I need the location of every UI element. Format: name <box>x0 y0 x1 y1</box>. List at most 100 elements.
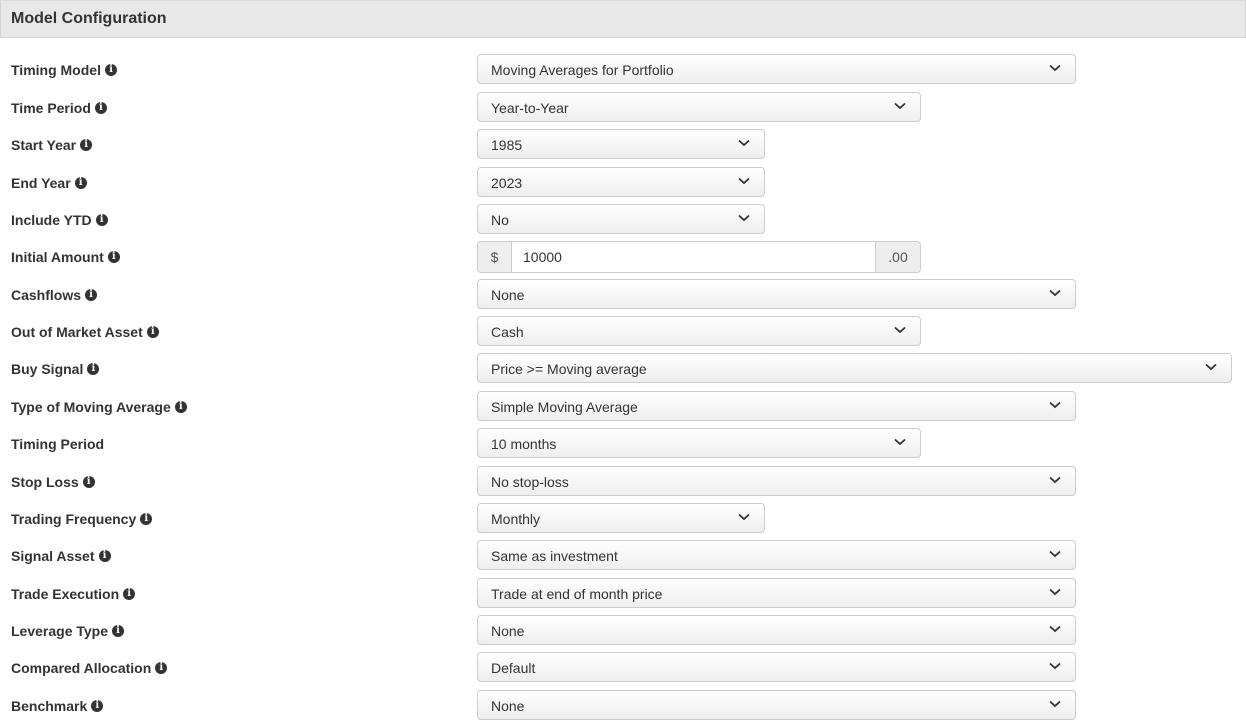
panel-heading: Model Configuration <box>0 0 1246 38</box>
info-circle-icon[interactable]: i <box>85 289 98 301</box>
chevron-down-icon <box>894 102 906 110</box>
signal-asset-value: Same as investment <box>491 548 618 564</box>
trading-frequency-select[interactable]: Monthly <box>477 503 765 533</box>
row-stop-loss: Stop Loss i No stop-loss <box>0 466 1246 498</box>
leverage-type-label: Leverage Type i <box>11 623 125 639</box>
row-benchmark: Benchmark i None <box>0 690 1246 722</box>
timing-model-value: Moving Averages for Portfolio <box>491 62 674 78</box>
cents-suffix: .00 <box>875 242 920 272</box>
initial-amount-label-text: Initial Amount <box>11 249 104 265</box>
info-circle-icon[interactable]: i <box>104 64 117 76</box>
row-compared-allocation: Compared Allocation i Default <box>0 652 1246 684</box>
timing-period-value: 10 months <box>491 436 557 452</box>
chevron-down-icon <box>738 177 750 185</box>
include-ytd-label-text: Include YTD <box>11 212 92 228</box>
time-period-select[interactable]: Year-to-Year <box>477 92 921 122</box>
include-ytd-label: Include YTD i <box>11 212 108 228</box>
chevron-down-icon <box>1049 476 1061 484</box>
chevron-down-icon <box>894 326 906 334</box>
compared-allocation-select[interactable]: Default <box>477 652 1076 682</box>
benchmark-label: Benchmark i <box>11 698 104 714</box>
chevron-down-icon <box>1049 289 1061 297</box>
info-circle-icon[interactable]: i <box>174 401 187 413</box>
end-year-label-text: End Year <box>11 175 71 191</box>
time-period-label-text: Time Period <box>11 100 91 116</box>
stop-loss-select[interactable]: No stop-loss <box>477 466 1076 496</box>
benchmark-select[interactable]: None <box>477 690 1076 720</box>
chevron-down-icon <box>1049 550 1061 558</box>
info-circle-icon[interactable]: i <box>107 251 120 263</box>
chevron-down-icon <box>1049 64 1061 72</box>
out-of-market-asset-label: Out of Market Asset i <box>11 324 159 340</box>
chevron-down-icon <box>738 214 750 222</box>
buy-signal-select[interactable]: Price >= Moving average <box>477 353 1232 383</box>
cashflows-value: None <box>491 287 525 303</box>
info-circle-icon[interactable]: i <box>155 662 168 674</box>
row-timing-period: Timing Period 10 months <box>0 428 1246 460</box>
compared-allocation-value: Default <box>491 660 536 676</box>
stop-loss-label: Stop Loss i <box>11 474 95 490</box>
trade-execution-value: Trade at end of month price <box>491 586 663 602</box>
info-circle-icon[interactable]: i <box>146 326 159 338</box>
buy-signal-value: Price >= Moving average <box>491 361 647 377</box>
chevron-down-icon <box>738 139 750 147</box>
info-circle-icon[interactable]: i <box>87 363 100 375</box>
start-year-label-text: Start Year <box>11 137 77 153</box>
end-year-select[interactable]: 2023 <box>477 167 765 197</box>
timing-period-label: Timing Period <box>11 436 104 452</box>
timing-period-label-text: Timing Period <box>11 436 105 452</box>
start-year-select[interactable]: 1985 <box>477 129 765 159</box>
signal-asset-label: Signal Asset i <box>11 548 111 564</box>
currency-prefix: $ <box>478 242 512 272</box>
info-circle-icon[interactable]: i <box>94 102 107 114</box>
timing-period-select[interactable]: 10 months <box>477 428 921 458</box>
trade-execution-label: Trade Execution i <box>11 586 136 602</box>
chevron-down-icon <box>1049 700 1061 708</box>
info-circle-icon[interactable]: i <box>91 700 104 712</box>
chevron-down-icon <box>738 513 750 521</box>
row-initial-amount: Initial Amount i $ 10000 .00 <box>0 241 1246 273</box>
leverage-type-label-text: Leverage Type <box>11 623 109 639</box>
timing-model-label-text: Timing Model <box>11 62 101 78</box>
row-end-year: End Year i 2023 <box>0 167 1246 199</box>
type-of-moving-average-label: Type of Moving Average i <box>11 399 187 415</box>
out-of-market-asset-select[interactable]: Cash <box>477 316 921 346</box>
info-circle-icon[interactable]: i <box>95 214 108 226</box>
chevron-down-icon <box>1049 401 1061 409</box>
include-ytd-select[interactable]: No <box>477 204 765 234</box>
row-trade-execution: Trade Execution i Trade at end of month … <box>0 578 1246 610</box>
benchmark-label-text: Benchmark <box>11 698 88 714</box>
info-circle-icon[interactable]: i <box>74 177 87 189</box>
initial-amount-label: Initial Amount i <box>11 249 120 265</box>
stop-loss-value: No stop-loss <box>491 474 569 490</box>
row-timing-model: Timing Model i Moving Averages for Portf… <box>0 54 1246 86</box>
initial-amount-input[interactable]: 10000 <box>523 249 562 265</box>
info-circle-icon[interactable]: i <box>98 550 111 562</box>
cashflows-select[interactable]: None <box>477 279 1076 309</box>
row-time-period: Time Period i Year-to-Year <box>0 92 1246 124</box>
type-of-moving-average-label-text: Type of Moving Average <box>11 399 171 415</box>
signal-asset-select[interactable]: Same as investment <box>477 540 1076 570</box>
chevron-down-icon <box>894 438 906 446</box>
timing-model-label: Timing Model i <box>11 62 117 78</box>
time-period-label: Time Period i <box>11 100 107 116</box>
row-signal-asset: Signal Asset i Same as investment <box>0 540 1246 572</box>
info-circle-icon[interactable]: i <box>112 625 125 637</box>
chevron-down-icon <box>1049 625 1061 633</box>
chevron-down-icon <box>1049 588 1061 596</box>
info-circle-icon[interactable]: i <box>82 476 95 488</box>
info-circle-icon[interactable]: i <box>123 588 136 600</box>
info-circle-icon[interactable]: i <box>80 139 93 151</box>
trade-execution-select[interactable]: Trade at end of month price <box>477 578 1076 608</box>
include-ytd-value: No <box>491 212 509 228</box>
end-year-label: End Year i <box>11 175 87 191</box>
time-period-value: Year-to-Year <box>491 100 569 116</box>
end-year-value: 2023 <box>491 175 523 191</box>
buy-signal-label: Buy Signal i <box>11 361 100 377</box>
trading-frequency-label-text: Trading Frequency <box>11 511 137 527</box>
info-circle-icon[interactable]: i <box>140 513 153 525</box>
type-of-moving-average-select[interactable]: Simple Moving Average <box>477 391 1076 421</box>
leverage-type-select[interactable]: None <box>477 615 1076 645</box>
timing-model-select[interactable]: Moving Averages for Portfolio <box>477 54 1076 84</box>
out-of-market-asset-label-text: Out of Market Asset <box>11 324 143 340</box>
